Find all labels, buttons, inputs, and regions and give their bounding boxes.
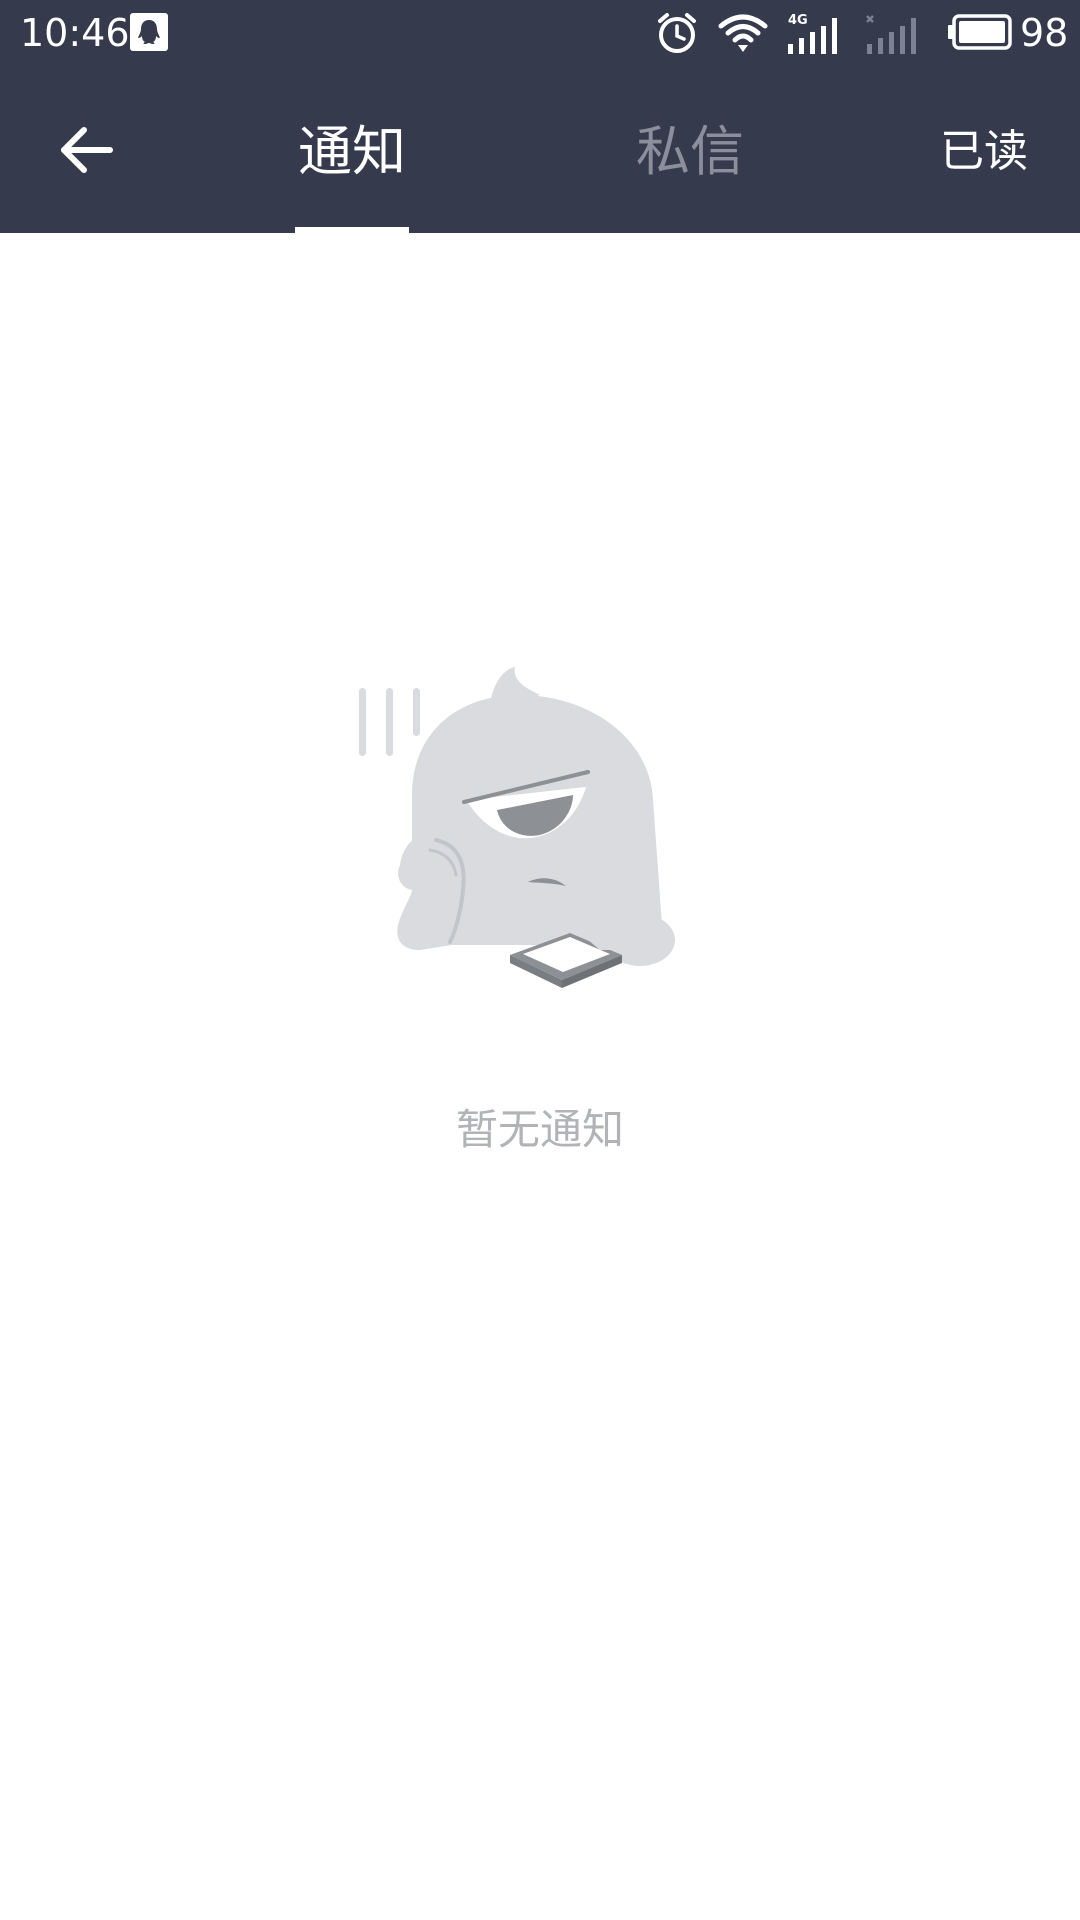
- alarm-icon: [655, 11, 699, 59]
- status-time: 10:46: [20, 11, 130, 55]
- tab-notifications[interactable]: 通知: [252, 108, 452, 196]
- battery-icon: [946, 14, 1014, 54]
- signal-no-sim-icon: [863, 10, 923, 60]
- tab-private-messages[interactable]: 私信: [590, 108, 790, 196]
- empty-state-text: 暂无通知: [455, 1105, 624, 1154]
- qq-icon: [130, 13, 168, 51]
- arrow-left-icon: [61, 127, 113, 173]
- mark-read-button[interactable]: 已读: [940, 122, 1028, 182]
- battery-level: 98: [1020, 11, 1069, 55]
- back-button[interactable]: [50, 112, 130, 192]
- signal-4g-icon: 4G: [786, 10, 846, 60]
- network-type-label: 4G: [788, 13, 808, 28]
- wifi-icon: [718, 12, 768, 58]
- tab-active-indicator: [295, 227, 409, 233]
- top-bar: 10:46 4G 98 通知 私信 已读: [0, 0, 1080, 233]
- empty-state-illustration: [340, 650, 740, 1014]
- status-bar: 10:46 4G 98: [0, 0, 1080, 66]
